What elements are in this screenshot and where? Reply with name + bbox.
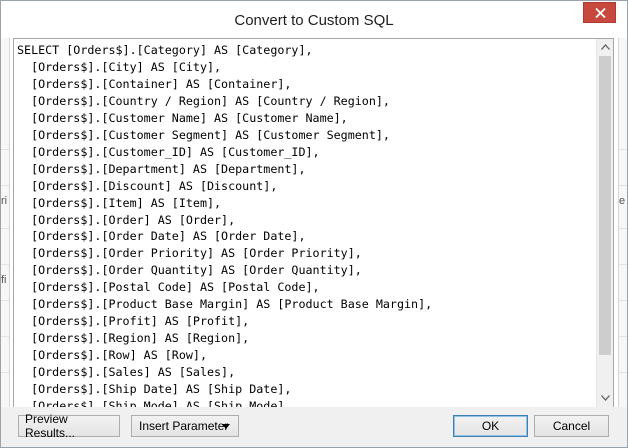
preview-results-button[interactable]: Preview Results...: [18, 412, 120, 440]
sql-line: [Orders$].[Department] AS [Department],: [17, 161, 306, 176]
caret-down-icon: [222, 424, 230, 429]
sql-line: [Orders$].[Ship Date] AS [Ship Date],: [17, 382, 292, 397]
ok-button[interactable]: OK: [453, 415, 528, 437]
background-text: es: [619, 195, 625, 207]
sql-line: SELECT [Orders$].[Category] AS [Category…: [17, 43, 313, 57]
background-text: fi: [1, 274, 7, 286]
sql-line: [Orders$].[Order] AS [Order],: [17, 212, 236, 227]
convert-to-custom-sql-dialog: ri fi es Convert to Custom SQL SELECT [O…: [0, 0, 628, 448]
background-window-right-edge: es: [618, 38, 627, 447]
sql-line: [Orders$].[Item] AS [Item],: [17, 195, 222, 210]
sql-line: [Orders$].[Sales] AS [Sales],: [17, 365, 236, 380]
sql-line: [Orders$].[Ship Mode] AS [Ship Mode],: [17, 399, 292, 407]
chevron-up-icon: [601, 44, 610, 50]
sql-line: [Orders$].[Discount] AS [Discount],: [17, 178, 278, 193]
sql-line: [Orders$].[City] AS [City],: [17, 59, 222, 74]
sql-line: [Orders$].[Customer Segment] AS [Custome…: [17, 127, 390, 142]
sql-line: [Orders$].[Customer Name] AS [Customer N…: [17, 110, 348, 125]
ok-label: OK: [481, 419, 500, 433]
close-button[interactable]: [583, 2, 616, 23]
sql-line: [Orders$].[Order Date] AS [Order Date],: [17, 229, 306, 244]
chevron-down-icon: [601, 395, 610, 401]
sql-line: [Orders$].[Profit] AS [Profit],: [17, 314, 250, 329]
sql-line: [Orders$].[Postal Code] AS [Postal Code]…: [17, 280, 320, 295]
insert-parameter-button[interactable]: Insert Parameter: [131, 415, 239, 437]
close-icon: [595, 8, 606, 18]
dialog-button-bar: Preview Results... Insert Parameter OK C…: [1, 407, 627, 447]
sql-line: [Orders$].[Order Quantity] AS [Order Qua…: [17, 263, 362, 278]
sql-line: [Orders$].[Region] AS [Region],: [17, 331, 250, 346]
preview-results-label: Preview Results...: [25, 412, 76, 440]
background-text: ri: [1, 195, 7, 207]
background-window-left-edge: ri fi: [1, 38, 10, 447]
cancel-label: Cancel: [552, 419, 591, 433]
sql-line: [Orders$].[Row] AS [Row],: [17, 348, 207, 363]
cancel-button[interactable]: Cancel: [534, 415, 609, 437]
sql-line: [Orders$].[Product Base Margin] AS [Prod…: [17, 297, 433, 312]
sql-line: [Orders$].[Country / Region] AS [Country…: [17, 93, 390, 108]
sql-text-area[interactable]: SELECT [Orders$].[Category] AS [Category…: [17, 42, 596, 407]
sql-editor[interactable]: SELECT [Orders$].[Category] AS [Category…: [13, 38, 614, 408]
sql-line: [Orders$].[Container] AS [Container],: [17, 76, 292, 91]
sql-line: [Orders$].[Customer_ID] AS [Customer_ID]…: [17, 144, 320, 159]
scroll-thumb[interactable]: [599, 56, 611, 355]
scroll-down-button[interactable]: [597, 390, 613, 407]
title-bar[interactable]: Convert to Custom SQL: [1, 1, 627, 38]
sql-line: [Orders$].[Order Priority] AS [Order Pri…: [17, 246, 362, 261]
dialog-title: Convert to Custom SQL: [234, 12, 394, 29]
insert-parameter-label: Insert Parameter: [139, 419, 229, 433]
scroll-up-button[interactable]: [597, 39, 613, 56]
vertical-scrollbar[interactable]: [596, 39, 613, 407]
